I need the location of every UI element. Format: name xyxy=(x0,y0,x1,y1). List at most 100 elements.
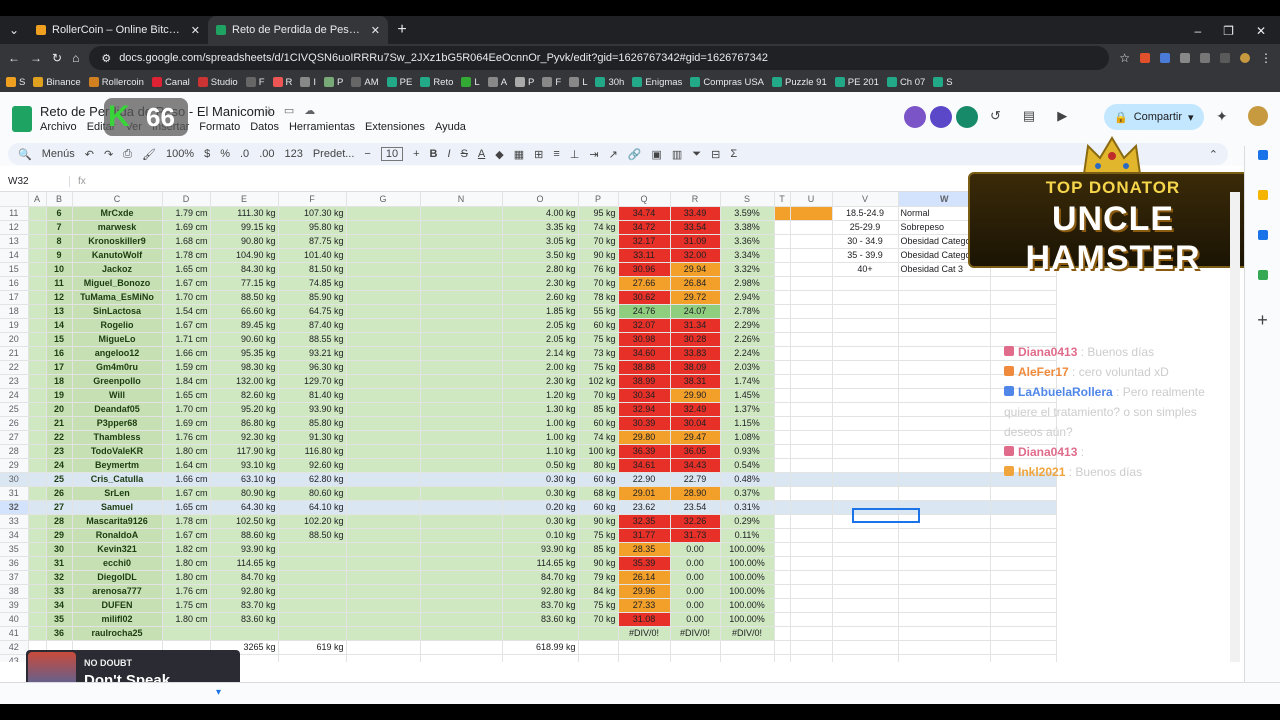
cell-n[interactable] xyxy=(420,514,503,529)
print-icon[interactable]: ⎙ xyxy=(123,148,132,161)
cell-g[interactable] xyxy=(346,276,421,291)
cell-rank[interactable]: 19 xyxy=(46,388,73,403)
cell-g[interactable] xyxy=(346,360,421,375)
italic-icon[interactable]: I xyxy=(448,148,451,160)
cell-start-weight[interactable]: 102.50 kg xyxy=(210,514,279,529)
cell-current-weight[interactable]: 64.10 kg xyxy=(278,500,347,515)
cell-g[interactable] xyxy=(346,248,421,263)
cell-g[interactable] xyxy=(346,598,421,613)
cell-goal[interactable]: 74 kg xyxy=(578,220,619,235)
cell-u[interactable] xyxy=(790,220,833,235)
cell-start-weight[interactable]: 92.30 kg xyxy=(210,430,279,445)
cell-n[interactable] xyxy=(420,206,503,221)
cell-bmi-current[interactable]: 23.54 xyxy=(670,500,721,515)
cell-lost[interactable]: 1.10 kg xyxy=(502,444,579,459)
cell-bmi-start[interactable] xyxy=(618,654,671,662)
account-avatar[interactable] xyxy=(1248,106,1268,126)
cell-a[interactable] xyxy=(28,220,47,235)
row-number[interactable]: 23 xyxy=(0,374,29,389)
cell-rank[interactable]: 8 xyxy=(46,234,73,249)
cell-current-weight[interactable]: 85.80 kg xyxy=(278,416,347,431)
cell-a[interactable] xyxy=(28,528,47,543)
cell-percent[interactable]: 1.15% xyxy=(720,416,775,431)
cell-bmi-current[interactable]: 28.90 xyxy=(670,486,721,501)
bookmark-item[interactable]: R xyxy=(272,77,292,88)
close-tab-icon[interactable]: ✕ xyxy=(371,24,380,37)
column-header[interactable]: G xyxy=(346,192,421,207)
cell-t[interactable] xyxy=(774,640,791,655)
cell-height[interactable]: 1.82 cm xyxy=(162,542,211,557)
cell-a[interactable] xyxy=(28,612,47,627)
cell-g[interactable] xyxy=(346,458,421,473)
cell-u[interactable] xyxy=(790,500,833,515)
row-number[interactable]: 38 xyxy=(0,584,29,599)
cell-n[interactable] xyxy=(420,416,503,431)
cell-bmi-current[interactable]: 32.00 xyxy=(670,248,721,263)
cell-t[interactable] xyxy=(774,402,791,417)
cell-g[interactable] xyxy=(346,332,421,347)
bmi-label[interactable] xyxy=(898,444,992,459)
cell-g[interactable] xyxy=(346,346,421,361)
cell-start-weight[interactable]: 83.60 kg xyxy=(210,612,279,627)
cell-goal[interactable]: 70 kg xyxy=(578,388,619,403)
cell-bmi-current[interactable] xyxy=(670,654,721,662)
cell-bmi-start[interactable]: 29.01 xyxy=(618,486,671,501)
cell-t[interactable] xyxy=(774,346,791,361)
cell-g[interactable] xyxy=(346,304,421,319)
cell-a[interactable] xyxy=(28,626,47,641)
font-select[interactable]: Predet... xyxy=(313,148,355,160)
cell-current-weight[interactable]: 92.60 kg xyxy=(278,458,347,473)
bookmark-item[interactable]: Studio xyxy=(197,77,238,88)
bmi-range[interactable] xyxy=(832,332,899,347)
bookmark-item[interactable]: A xyxy=(487,77,507,88)
cell-u[interactable] xyxy=(790,430,833,445)
column-header[interactable]: V xyxy=(832,192,899,207)
cell-u[interactable] xyxy=(790,556,833,571)
cell-rank[interactable]: 12 xyxy=(46,290,73,305)
column-header[interactable]: F xyxy=(278,192,347,207)
cell-percent[interactable]: 2.03% xyxy=(720,360,775,375)
cell-g[interactable] xyxy=(346,514,421,529)
cell-start-weight[interactable]: 111.30 kg xyxy=(210,206,279,221)
row-number[interactable]: 20 xyxy=(0,332,29,347)
cell-a[interactable] xyxy=(28,430,47,445)
cell-goal[interactable]: 70 kg xyxy=(578,276,619,291)
cell-goal[interactable]: 80 kg xyxy=(578,458,619,473)
share-button[interactable]: 🔒 Compartir ▾ xyxy=(1104,104,1204,130)
cell-lost[interactable]: 0.50 kg xyxy=(502,458,579,473)
cell-height[interactable]: 1.80 cm xyxy=(162,612,211,627)
cell-goal[interactable]: 60 kg xyxy=(578,472,619,487)
cell-current-weight[interactable]: 64.75 kg xyxy=(278,304,347,319)
cell-rank[interactable]: 31 xyxy=(46,556,73,571)
search-menus-icon[interactable]: 🔍 xyxy=(18,148,32,161)
cell-name[interactable]: MigueLo xyxy=(72,332,163,347)
bmi-range[interactable] xyxy=(832,444,899,459)
cell-g[interactable] xyxy=(346,472,421,487)
cell-height[interactable]: 1.71 cm xyxy=(162,332,211,347)
cell-goal[interactable]: 90 kg xyxy=(578,514,619,529)
cell-rank[interactable]: 17 xyxy=(46,360,73,375)
font-size-decrease-icon[interactable]: − xyxy=(364,148,370,160)
row-number[interactable]: 30 xyxy=(0,472,29,487)
chevron-down-icon[interactable]: ▾ xyxy=(1188,111,1194,124)
active-sheet-tab[interactable]: ▾ xyxy=(216,687,221,698)
bmi-range[interactable] xyxy=(832,654,899,662)
cell-a[interactable] xyxy=(28,304,47,319)
bmi-label[interactable] xyxy=(898,570,992,585)
cell-goal[interactable]: 75 kg xyxy=(578,332,619,347)
cell-current-weight[interactable]: 74.85 kg xyxy=(278,276,347,291)
row-number[interactable]: 37 xyxy=(0,570,29,585)
cell-lost[interactable]: 83.60 kg xyxy=(502,612,579,627)
cell-lost[interactable]: 0.30 kg xyxy=(502,486,579,501)
sheet-table[interactable]: ABCDEFGNOPQRSTUVWX116MrCxde1.79 cm111.30… xyxy=(0,192,1058,662)
cell-rank[interactable]: 16 xyxy=(46,346,73,361)
cell-rank[interactable]: 7 xyxy=(46,220,73,235)
cell-goal[interactable]: 84 kg xyxy=(578,584,619,599)
bmi-range[interactable] xyxy=(832,402,899,417)
comment-icon[interactable]: ▣ xyxy=(652,148,662,161)
cell-n[interactable] xyxy=(420,276,503,291)
cell-goal[interactable]: 68 kg xyxy=(578,486,619,501)
cell-start-weight[interactable]: 84.30 kg xyxy=(210,262,279,277)
cell-goal[interactable]: 78 kg xyxy=(578,290,619,305)
cell-height[interactable]: 1.64 cm xyxy=(162,458,211,473)
